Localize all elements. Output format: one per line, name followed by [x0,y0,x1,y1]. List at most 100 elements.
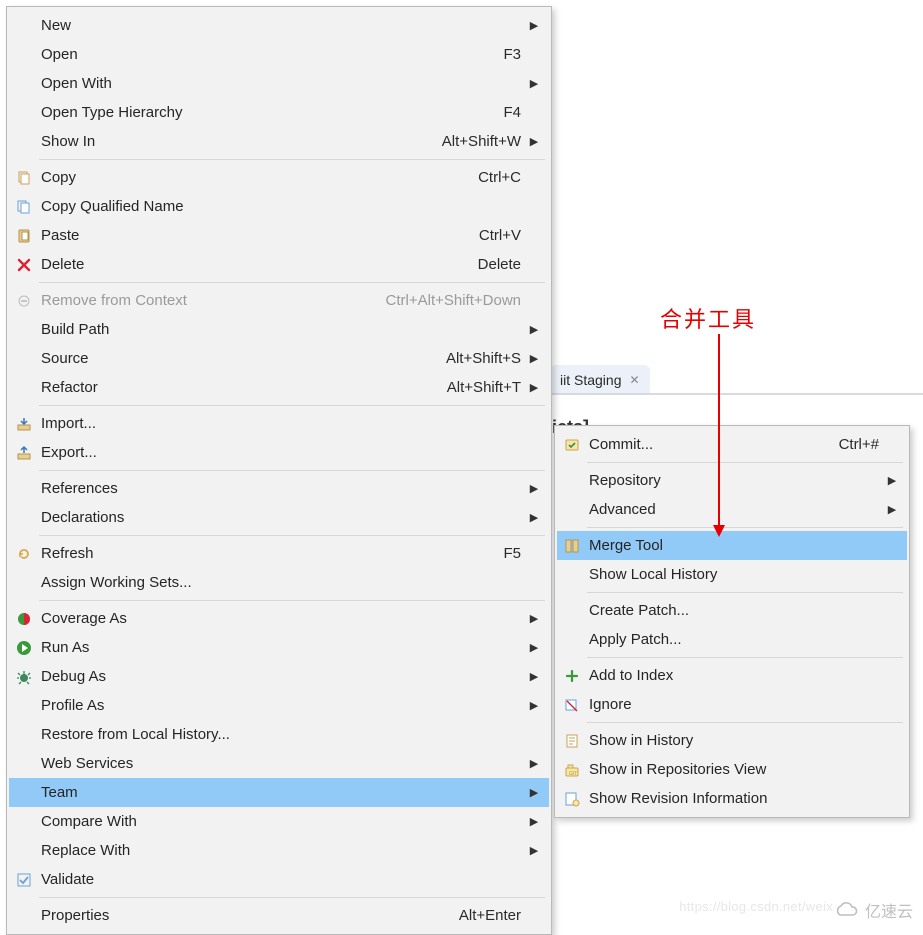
menu-separator [39,897,545,898]
remove-context-icon [9,293,39,309]
menu-item-shortcut: F3 [503,46,527,63]
menu-item-delete[interactable]: DeleteDelete [9,250,549,279]
menu-item-commit[interactable]: Commit...Ctrl+# [557,430,907,459]
refresh-icon [9,546,39,562]
menu-item-label: Create Patch... [587,602,879,619]
submenu-arrow-icon: ▶ [527,699,541,712]
menu-item-advanced[interactable]: Advanced▶ [557,495,907,524]
menu-item-label: Open Type Hierarchy [39,104,503,121]
menu-item-label: Run As [39,639,521,656]
menu-item-show-local-history[interactable]: Show Local History [557,560,907,589]
watermark-url: https://blog.csdn.net/weix [679,899,833,914]
menu-item-label: Build Path [39,321,521,338]
ignore-icon [557,697,587,713]
menu-item-refactor[interactable]: RefactorAlt+Shift+T▶ [9,373,549,402]
menu-item-add-to-index[interactable]: Add to Index [557,661,907,690]
repo-view-icon: GIT [557,762,587,778]
menu-item-show-revision-information[interactable]: Show Revision Information [557,784,907,813]
menu-item-apply-patch[interactable]: Apply Patch... [557,625,907,654]
menu-item-validate[interactable]: Validate [9,865,549,894]
menu-separator [39,600,545,601]
menu-item-label: Paste [39,227,479,244]
submenu-arrow-icon: ▶ [527,757,541,770]
coverage-icon [9,611,39,627]
menu-item-open-with[interactable]: Open With▶ [9,69,549,98]
menu-item-label: Add to Index [587,667,879,684]
menu-item-import[interactable]: Import... [9,409,549,438]
menu-item-copy[interactable]: CopyCtrl+C [9,163,549,192]
menu-item-coverage-as[interactable]: Coverage As▶ [9,604,549,633]
menu-item-team[interactable]: Team▶ [9,778,549,807]
menu-item-label: Copy [39,169,478,186]
submenu-arrow-icon: ▶ [527,815,541,828]
menu-separator [587,592,903,593]
menu-item-ignore[interactable]: Ignore [557,690,907,719]
paste-icon [9,228,39,244]
submenu-arrow-icon: ▶ [527,482,541,495]
menu-separator [39,535,545,536]
submenu-arrow-icon: ▶ [527,844,541,857]
menu-item-declarations[interactable]: Declarations▶ [9,503,549,532]
menu-item-show-in-history[interactable]: Show in History [557,726,907,755]
menu-item-profile-as[interactable]: Profile As ▶ [9,691,549,720]
menu-item-show-in-repositories-view[interactable]: GIT Show in Repositories View [557,755,907,784]
menu-item-shortcut: F5 [503,545,527,562]
menu-item-label: Show In [39,133,442,150]
menu-item-label: Delete [39,256,478,273]
menu-item-label: Show Local History [587,566,879,583]
menu-item-source[interactable]: SourceAlt+Shift+S▶ [9,344,549,373]
submenu-arrow-icon: ▶ [527,511,541,524]
run-icon [9,640,39,656]
menu-item-web-services[interactable]: Web Services▶ [9,749,549,778]
menu-item-merge-tool[interactable]: Merge Tool [557,531,907,560]
menu-item-refresh[interactable]: RefreshF5 [9,539,549,568]
menu-item-repository[interactable]: Repository▶ [557,466,907,495]
menu-item-restore-from-local-history[interactable]: Restore from Local History... [9,720,549,749]
menu-item-properties[interactable]: PropertiesAlt+Enter [9,901,549,930]
menu-item-label: Show in Repositories View [587,761,879,778]
menu-item-open-type-hierarchy[interactable]: Open Type HierarchyF4 [9,98,549,127]
menu-item-label: Copy Qualified Name [39,198,521,215]
submenu-arrow-icon: ▶ [527,641,541,654]
cloud-icon [833,901,859,919]
menu-item-label: Properties [39,907,459,924]
commit-icon [557,437,587,453]
menu-item-label: Compare With [39,813,521,830]
menu-item-references[interactable]: References▶ [9,474,549,503]
menu-item-shortcut: Alt+Shift+T [447,379,527,396]
menu-item-shortcut: Ctrl+V [479,227,527,244]
menu-item-run-as[interactable]: Run As ▶ [9,633,549,662]
submenu-arrow-icon: ▶ [885,503,899,516]
menu-item-shortcut: Alt+Enter [459,907,527,924]
menu-item-debug-as[interactable]: Debug As▶ [9,662,549,691]
menu-item-show-in[interactable]: Show InAlt+Shift+W▶ [9,127,549,156]
menu-item-paste[interactable]: PasteCtrl+V [9,221,549,250]
git-staging-tab[interactable]: iit Staging ✕ [550,365,650,395]
menu-item-compare-with[interactable]: Compare With ▶ [9,807,549,836]
watermark-text: 亿速云 [865,898,913,922]
menu-item-shortcut: Alt+Shift+W [442,133,527,150]
menu-item-create-patch[interactable]: Create Patch... [557,596,907,625]
menu-item-new[interactable]: New▶ [9,11,549,40]
menu-item-label: Profile As [39,697,521,714]
menu-item-build-path[interactable]: Build Path▶ [9,315,549,344]
menu-item-open[interactable]: OpenF3 [9,40,549,69]
menu-separator [587,657,903,658]
export-icon [9,445,39,461]
menu-item-shortcut: Ctrl+C [478,169,527,186]
menu-item-label: Coverage As [39,610,521,627]
close-icon[interactable]: ✕ [629,373,639,387]
menu-item-label: Commit... [587,436,839,453]
git-staging-tab-label: iit Staging [560,372,621,388]
menu-item-replace-with[interactable]: Replace With▶ [9,836,549,865]
merge-tool-icon [557,538,587,554]
menu-item-label: Assign Working Sets... [39,574,521,591]
menu-item-assign-working-sets[interactable]: Assign Working Sets... [9,568,549,597]
menu-item-label: Ignore [587,696,879,713]
svg-text:GIT: GIT [569,771,577,777]
copy-icon [9,170,39,186]
menu-item-copy-qualified-name[interactable]: Copy Qualified Name [9,192,549,221]
menu-item-export[interactable]: Export... [9,438,549,467]
delete-icon [9,257,39,273]
menu-item-label: Show in History [587,732,879,749]
